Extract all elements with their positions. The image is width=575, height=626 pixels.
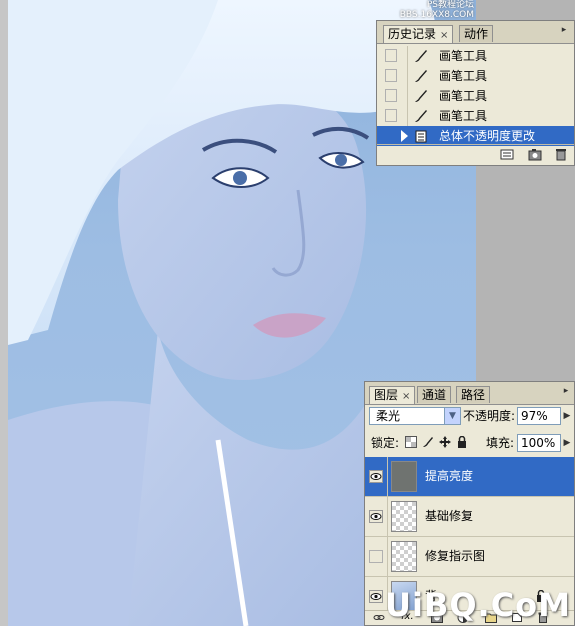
layers-tabbar: 图层 × 通道 路径 ▸ [365, 382, 574, 405]
canvas-left-edge [0, 0, 8, 626]
snapshot-source-checkbox[interactable] [385, 69, 397, 82]
history-item-selected[interactable]: 总体不透明度更改 [377, 126, 574, 146]
layer-name[interactable]: 基础修复 [425, 509, 473, 523]
tab-channels-label: 通道 [422, 388, 447, 402]
history-item-label: 画笔工具 [439, 89, 488, 103]
divider [407, 106, 408, 126]
tab-channels[interactable]: 通道 [417, 386, 452, 403]
brush-icon [415, 110, 427, 122]
history-item-label: 画笔工具 [439, 49, 488, 63]
layer-row[interactable]: 基础修复 [365, 497, 574, 537]
opacity-label: 不透明度: [463, 409, 516, 423]
trash-icon[interactable] [554, 148, 568, 161]
chevron-down-icon: ▼ [444, 408, 460, 424]
history-item[interactable]: 画笔工具 [377, 86, 574, 106]
eye-icon[interactable] [369, 590, 383, 603]
brush-icon [415, 50, 427, 62]
layer-properties-icon [415, 130, 427, 143]
layer-thumbnail [391, 461, 417, 492]
tab-history[interactable]: 历史记录 × [383, 25, 454, 43]
watermark-bottom: UiBQ.CoM [384, 586, 571, 624]
fill-label: 填充: [486, 436, 515, 450]
watermark-top-line2: BBS.16XX8.COM [399, 10, 474, 20]
history-item[interactable]: 画笔工具 [377, 66, 574, 86]
opacity-input[interactable]: 97% [517, 407, 561, 425]
divider [407, 46, 408, 66]
layer-thumbnail [391, 501, 417, 532]
lock-position-icon[interactable] [439, 436, 451, 448]
eye-icon[interactable] [369, 510, 383, 523]
visibility-cell[interactable] [365, 497, 388, 536]
lock-label: 锁定: [371, 436, 400, 450]
lock-transparency-icon[interactable] [405, 436, 417, 448]
tab-layers[interactable]: 图层 × [369, 386, 416, 404]
tab-paths-label: 路径 [461, 388, 486, 402]
divider [407, 86, 408, 106]
visibility-cell[interactable] [365, 537, 388, 576]
history-item-label: 总体不透明度更改 [439, 129, 536, 143]
layer-thumbnail [391, 541, 417, 572]
tab-history-label: 历史记录 [388, 27, 437, 41]
layer-name[interactable]: 提高亮度 [425, 469, 473, 483]
history-list: 画笔工具 画笔工具 画笔工具 画笔工具 总体不透明度更改 [377, 46, 574, 146]
snapshot-source-checkbox[interactable] [385, 129, 397, 142]
snapshot-source-checkbox[interactable] [385, 49, 397, 62]
visibility-cell[interactable] [365, 457, 388, 496]
blend-mode-select[interactable]: 柔光 ▼ [369, 407, 461, 425]
opacity-slider-arrow-icon[interactable]: ▶ [561, 407, 573, 425]
history-state-marker-icon [401, 130, 408, 142]
snapshot-source-checkbox[interactable] [385, 109, 397, 122]
panel-menu-icon[interactable]: ▸ [558, 24, 570, 36]
lock-pixels-icon[interactable] [422, 436, 434, 448]
panel-menu-icon[interactable]: ▸ [560, 385, 572, 397]
divider [407, 66, 408, 86]
history-tabbar: 历史记录 × 动作 ▸ [377, 21, 574, 44]
lock-all-icon[interactable] [456, 436, 468, 448]
tab-paths[interactable]: 路径 [456, 386, 491, 403]
blend-mode-value: 柔光 [376, 409, 401, 423]
history-item-label: 画笔工具 [439, 69, 488, 83]
eye-icon[interactable] [369, 470, 383, 483]
history-item[interactable]: 画笔工具 [377, 106, 574, 126]
close-icon[interactable]: × [440, 30, 448, 41]
link-icon[interactable] [373, 612, 385, 623]
history-item-label: 画笔工具 [439, 109, 488, 123]
history-footer [377, 144, 574, 165]
close-icon[interactable]: × [402, 391, 410, 402]
brush-icon [415, 90, 427, 102]
brush-icon [415, 70, 427, 82]
history-panel: 历史记录 × 动作 ▸ 画笔工具 画笔工具 画笔工具 画笔工具 总体不透明度更改 [376, 20, 575, 166]
new-document-from-state-icon[interactable] [500, 148, 514, 161]
snapshot-camera-icon[interactable] [528, 148, 542, 161]
fill-input[interactable]: 100% [517, 434, 561, 452]
visibility-toggle-empty[interactable] [369, 550, 383, 563]
layer-name[interactable]: 修复指示图 [425, 549, 485, 563]
history-item[interactable]: 画笔工具 [377, 46, 574, 66]
layer-row[interactable]: 提高亮度 [365, 457, 574, 497]
tab-actions-label: 动作 [464, 27, 489, 41]
tab-actions[interactable]: 动作 [459, 25, 494, 42]
layer-row[interactable]: 修复指示图 [365, 537, 574, 577]
watermark-top: PS教程论坛 BBS.16XX8.COM [400, 0, 474, 20]
fill-slider-arrow-icon[interactable]: ▶ [561, 434, 573, 452]
watermark-top-line1: PS教程论坛 [426, 0, 474, 10]
tab-layers-label: 图层 [374, 388, 399, 402]
snapshot-source-checkbox[interactable] [385, 89, 397, 102]
